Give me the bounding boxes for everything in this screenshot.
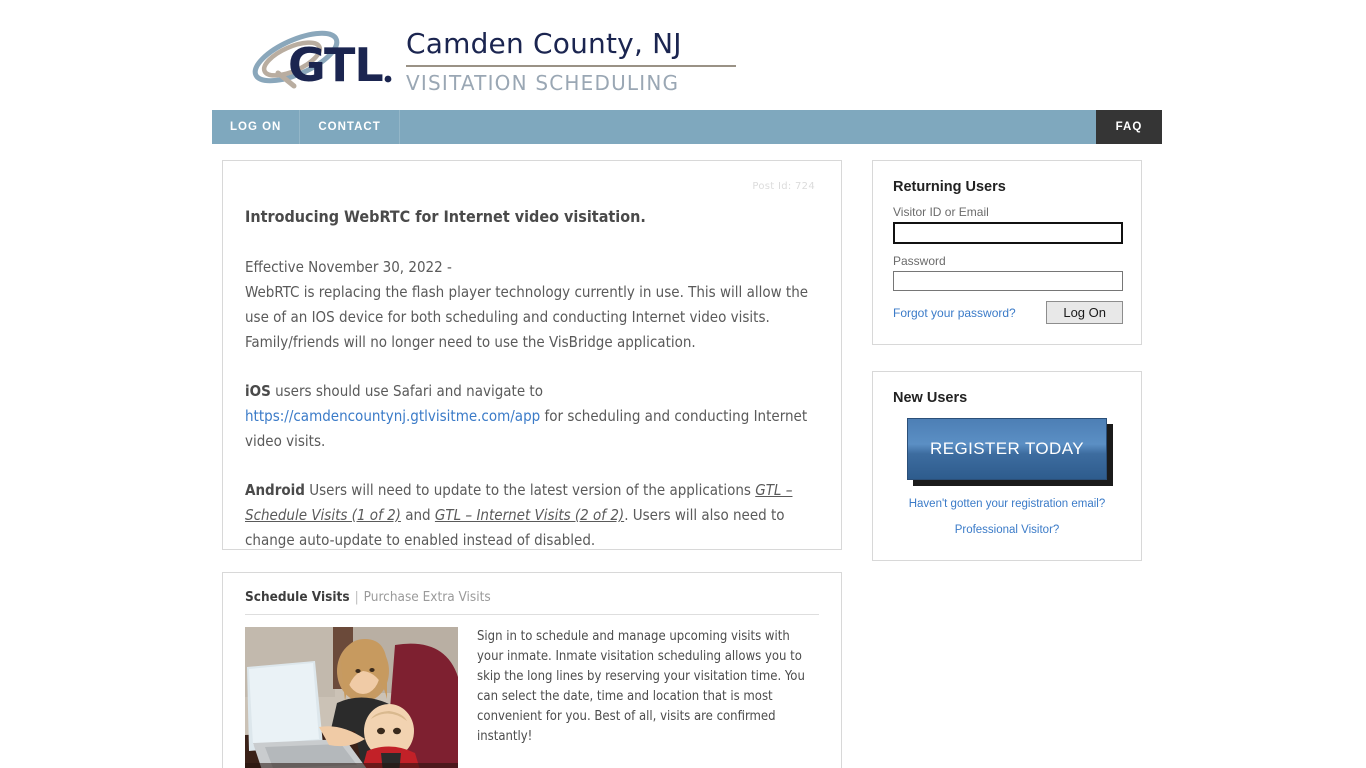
visitor-id-label: Visitor ID or Email — [893, 205, 989, 219]
password-label: Password — [893, 254, 946, 268]
ios-text-a: users should use Safari and navigate to — [270, 382, 543, 400]
android-app-2: GTL – Internet Visits (2 of 2) — [434, 506, 625, 524]
new-users-heading: New Users — [893, 390, 968, 406]
page-subtitle: VISITATION SCHEDULING — [406, 70, 680, 95]
news-headline: Introducing WebRTC for Internet video vi… — [245, 207, 646, 226]
svg-text:GTL: GTL — [288, 38, 383, 91]
schedule-description: Sign in to schedule and manage upcoming … — [477, 629, 805, 744]
news-paragraph-effective: Effective November 30, 2022 - WebRTC is … — [245, 255, 819, 355]
page-root: GTL Camden County, NJ VISITATION SCHEDUL… — [0, 0, 1366, 768]
new-users-panel: New Users REGISTER TODAY Haven't gotten … — [872, 371, 1142, 561]
news-paragraph-android: Android Users will need to update to the… — [245, 478, 819, 549]
android-text-a: Users will need to update to the latest … — [304, 481, 756, 499]
ios-app-link[interactable]: https://camdencountynj.gtlvisitme.com/ap… — [245, 407, 540, 425]
nav-faq[interactable]: FAQ — [1096, 110, 1162, 144]
log-on-button[interactable]: Log On — [1046, 301, 1123, 324]
visitor-id-input[interactable] — [893, 222, 1123, 244]
gtl-logo: GTL — [248, 29, 396, 91]
registration-email-row: Haven't gotten your registration email? — [893, 494, 1121, 512]
news-panel: Post Id: 724 Introducing WebRTC for Inte… — [222, 160, 842, 550]
news-webrtc-text: WebRTC is replacing the flash player tec… — [245, 283, 809, 351]
tab-separator: | — [354, 589, 359, 605]
returning-users-panel: Returning Users Visitor ID or Email Pass… — [872, 160, 1142, 345]
main-column: Post Id: 724 Introducing WebRTC for Inte… — [222, 160, 842, 768]
site-title-block: Camden County, NJ VISITATION SCHEDULING — [406, 25, 736, 96]
side-column: Returning Users Visitor ID or Email Pass… — [872, 160, 1142, 561]
main-navigation: LOG ON CONTACT FAQ — [212, 110, 1162, 144]
news-effective-date: Effective November 30, 2022 - — [245, 258, 452, 276]
tab-schedule-visits[interactable]: Schedule Visits — [245, 589, 350, 605]
returning-users-footer: Forgot your password? Log On — [893, 301, 1123, 324]
password-input[interactable] — [893, 271, 1123, 291]
photo-illustration — [245, 627, 458, 768]
schedule-visits-panel: Schedule Visits| Purchase Extra Visits — [222, 572, 842, 768]
register-button-wrap: REGISTER TODAY — [893, 418, 1121, 480]
nav-contact[interactable]: CONTACT — [300, 110, 400, 144]
professional-visitor-link[interactable]: Professional Visitor? — [955, 524, 1060, 536]
registration-email-link[interactable]: Haven't gotten your registration email? — [909, 498, 1106, 510]
register-today-button[interactable]: REGISTER TODAY — [907, 418, 1107, 480]
page-title: Camden County, NJ — [406, 26, 682, 60]
news-paragraph-ios: iOS users should use Safari and navigate… — [245, 379, 819, 454]
ios-label: iOS — [245, 382, 271, 400]
title-divider — [406, 64, 736, 67]
professional-visitor-row: Professional Visitor? — [893, 520, 1121, 538]
nav-log-on[interactable]: LOG ON — [212, 110, 301, 144]
schedule-tabs: Schedule Visits | Purchase Extra Visits — [245, 589, 819, 615]
news-body: Introducing WebRTC for Internet video vi… — [245, 204, 819, 549]
forgot-password-link[interactable]: Forgot your password? — [893, 306, 1016, 320]
tab-purchase-extra-visits[interactable]: Purchase Extra Visits — [364, 589, 491, 605]
post-id-label: Post Id: 724 — [752, 181, 815, 192]
returning-users-heading: Returning Users — [893, 179, 1006, 195]
mother-and-baby-at-laptop-photo — [245, 627, 458, 768]
android-text-b: and — [400, 506, 435, 524]
site-header: GTL Camden County, NJ VISITATION SCHEDUL… — [212, 12, 1162, 108]
gtl-logo-icon: GTL — [252, 30, 392, 91]
android-label: Android — [245, 481, 305, 499]
